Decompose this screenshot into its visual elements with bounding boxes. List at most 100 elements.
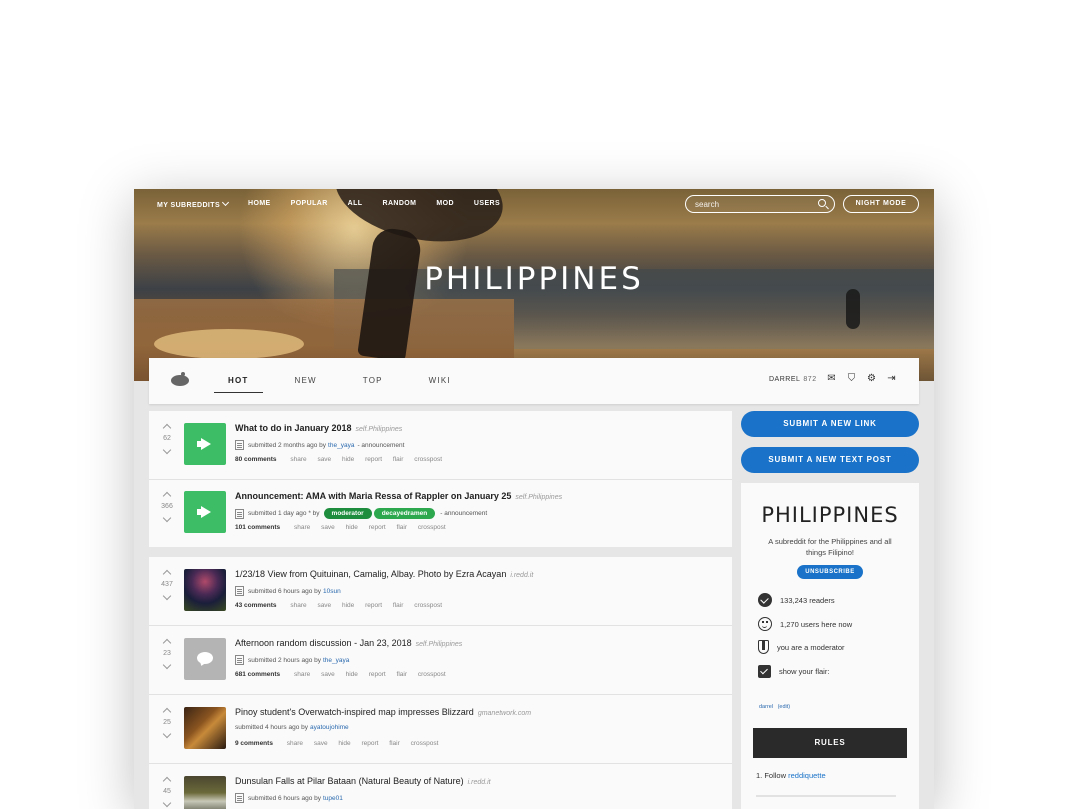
post-title[interactable]: Afternoon random discussion - Jan 23, 20… bbox=[235, 638, 462, 648]
post-title-text[interactable]: Announcement: AMA with Maria Ressa of Ra… bbox=[235, 491, 511, 501]
crosspost-link[interactable]: crosspost bbox=[414, 456, 442, 463]
post-author[interactable]: the_yaya bbox=[323, 657, 349, 664]
post-domain[interactable]: self.Philippines bbox=[356, 426, 403, 433]
post-author[interactable]: decayedramen bbox=[373, 508, 436, 519]
save-link[interactable]: save bbox=[317, 602, 331, 609]
post-title-text[interactable]: What to do in January 2018 bbox=[235, 423, 352, 433]
comments-link[interactable]: 80 comments bbox=[235, 456, 277, 463]
upvote-icon[interactable] bbox=[162, 423, 172, 433]
flair-link[interactable]: flair bbox=[393, 456, 403, 463]
post-title-text[interactable]: Afternoon random discussion - Jan 23, 20… bbox=[235, 638, 412, 648]
tab-wiki[interactable]: WIKI bbox=[415, 358, 465, 404]
search-icon[interactable] bbox=[818, 199, 826, 207]
post-thumbnail[interactable] bbox=[184, 776, 226, 809]
crosspost-link[interactable]: crosspost bbox=[414, 602, 442, 609]
flair-link[interactable]: flair bbox=[393, 602, 403, 609]
downvote-icon[interactable] bbox=[162, 798, 172, 808]
expand-icon[interactable] bbox=[235, 793, 244, 803]
flair-edit-link[interactable]: (edit) bbox=[778, 704, 791, 710]
mail-icon[interactable]: ✉ bbox=[826, 373, 837, 384]
hide-link[interactable]: hide bbox=[346, 524, 358, 531]
upvote-icon[interactable] bbox=[162, 491, 172, 501]
share-link[interactable]: share bbox=[290, 602, 306, 609]
report-link[interactable]: report bbox=[365, 456, 382, 463]
flair-link[interactable]: flair bbox=[397, 671, 407, 678]
tab-top[interactable]: TOP bbox=[349, 358, 397, 404]
post-title-text[interactable]: Pinoy student's Overwatch-inspired map i… bbox=[235, 707, 474, 717]
post-title[interactable]: 1/23/18 View from Quituinan, Camalig, Al… bbox=[235, 569, 533, 579]
post-thumbnail[interactable] bbox=[184, 638, 226, 680]
save-link[interactable]: save bbox=[321, 671, 335, 678]
post-thumbnail[interactable] bbox=[184, 491, 226, 533]
selftext-expand-icon[interactable] bbox=[235, 508, 244, 519]
post-domain[interactable]: self.Philippines bbox=[515, 494, 562, 501]
mod-shield-icon[interactable]: ⛉ bbox=[846, 373, 857, 384]
post-thumbnail[interactable] bbox=[184, 423, 226, 465]
show-flair-checkbox[interactable] bbox=[758, 665, 771, 678]
share-link[interactable]: share bbox=[294, 671, 310, 678]
selftext-expand-icon[interactable] bbox=[235, 655, 244, 665]
upvote-icon[interactable] bbox=[162, 569, 172, 579]
nav-random[interactable]: RANDOM bbox=[382, 200, 416, 210]
post-title[interactable]: Dunsulan Falls at Pilar Bataan (Natural … bbox=[235, 776, 491, 786]
report-link[interactable]: report bbox=[369, 671, 386, 678]
post-domain[interactable]: i.redd.it bbox=[510, 572, 533, 579]
username-link[interactable]: DARREL bbox=[769, 376, 800, 383]
downvote-icon[interactable] bbox=[162, 591, 172, 601]
report-link[interactable]: report bbox=[361, 740, 378, 747]
share-link[interactable]: share bbox=[294, 524, 310, 531]
downvote-icon[interactable] bbox=[162, 445, 172, 455]
tab-hot[interactable]: HOT bbox=[214, 358, 263, 404]
reddiquette-link[interactable]: reddiquette bbox=[788, 771, 826, 780]
moderator-badge[interactable]: moderator bbox=[323, 508, 372, 519]
my-subreddits-dropdown[interactable]: MY SUBREDDITS bbox=[157, 198, 230, 210]
post-author[interactable]: 10sun bbox=[323, 588, 341, 595]
hide-link[interactable]: hide bbox=[338, 740, 350, 747]
tab-new[interactable]: NEW bbox=[281, 358, 331, 404]
crosspost-link[interactable]: crosspost bbox=[418, 524, 446, 531]
post-thumbnail[interactable] bbox=[184, 569, 226, 611]
reddit-alien-icon[interactable] bbox=[171, 372, 189, 386]
share-link[interactable]: share bbox=[290, 456, 306, 463]
unsubscribe-button[interactable]: UNSUBSCRIBE bbox=[797, 565, 863, 579]
expand-icon[interactable] bbox=[235, 586, 244, 596]
night-mode-button[interactable]: NIGHT MODE bbox=[843, 195, 919, 213]
hide-link[interactable]: hide bbox=[342, 602, 354, 609]
post-thumbnail[interactable] bbox=[184, 707, 226, 749]
post-domain[interactable]: gmanetwork.com bbox=[478, 710, 531, 717]
post-title-text[interactable]: Dunsulan Falls at Pilar Bataan (Natural … bbox=[235, 776, 464, 786]
post-title-text[interactable]: 1/23/18 View from Quituinan, Camalig, Al… bbox=[235, 569, 506, 579]
comments-link[interactable]: 9 comments bbox=[235, 740, 273, 747]
rules-header[interactable]: RULES bbox=[753, 728, 907, 758]
gear-icon[interactable]: ⚙ bbox=[866, 373, 877, 384]
save-link[interactable]: save bbox=[317, 456, 331, 463]
post-title[interactable]: What to do in January 2018 self.Philippin… bbox=[235, 423, 402, 433]
post-title[interactable]: Announcement: AMA with Maria Ressa of Ra… bbox=[235, 491, 562, 501]
nav-home[interactable]: HOME bbox=[248, 200, 271, 210]
nav-mod[interactable]: MOD bbox=[436, 200, 454, 210]
upvote-icon[interactable] bbox=[162, 638, 172, 648]
nav-popular[interactable]: POPULAR bbox=[291, 200, 328, 210]
flair-link[interactable]: flair bbox=[389, 740, 399, 747]
nav-users[interactable]: USERS bbox=[474, 200, 500, 210]
flair-link[interactable]: flair bbox=[397, 524, 407, 531]
report-link[interactable]: report bbox=[369, 524, 386, 531]
crosspost-link[interactable]: crosspost bbox=[411, 740, 439, 747]
post-domain[interactable]: i.redd.it bbox=[468, 779, 491, 786]
post-author[interactable]: the_yaya bbox=[328, 442, 354, 449]
comments-link[interactable]: 43 comments bbox=[235, 602, 277, 609]
save-link[interactable]: save bbox=[314, 740, 328, 747]
post-author[interactable]: ayatoujohime bbox=[310, 724, 349, 731]
downvote-icon[interactable] bbox=[162, 729, 172, 739]
save-link[interactable]: save bbox=[321, 524, 335, 531]
share-link[interactable]: share bbox=[287, 740, 303, 747]
submit-link-button[interactable]: SUBMIT A NEW LINK bbox=[741, 411, 919, 437]
logout-icon[interactable]: ⇥ bbox=[886, 373, 897, 384]
comments-link[interactable]: 101 comments bbox=[235, 524, 280, 531]
comments-link[interactable]: 681 comments bbox=[235, 671, 280, 678]
post-domain[interactable]: self.Philippines bbox=[416, 641, 463, 648]
upvote-icon[interactable] bbox=[162, 776, 172, 786]
search-input[interactable]: search bbox=[685, 195, 835, 213]
crosspost-link[interactable]: crosspost bbox=[418, 671, 446, 678]
downvote-icon[interactable] bbox=[162, 660, 172, 670]
